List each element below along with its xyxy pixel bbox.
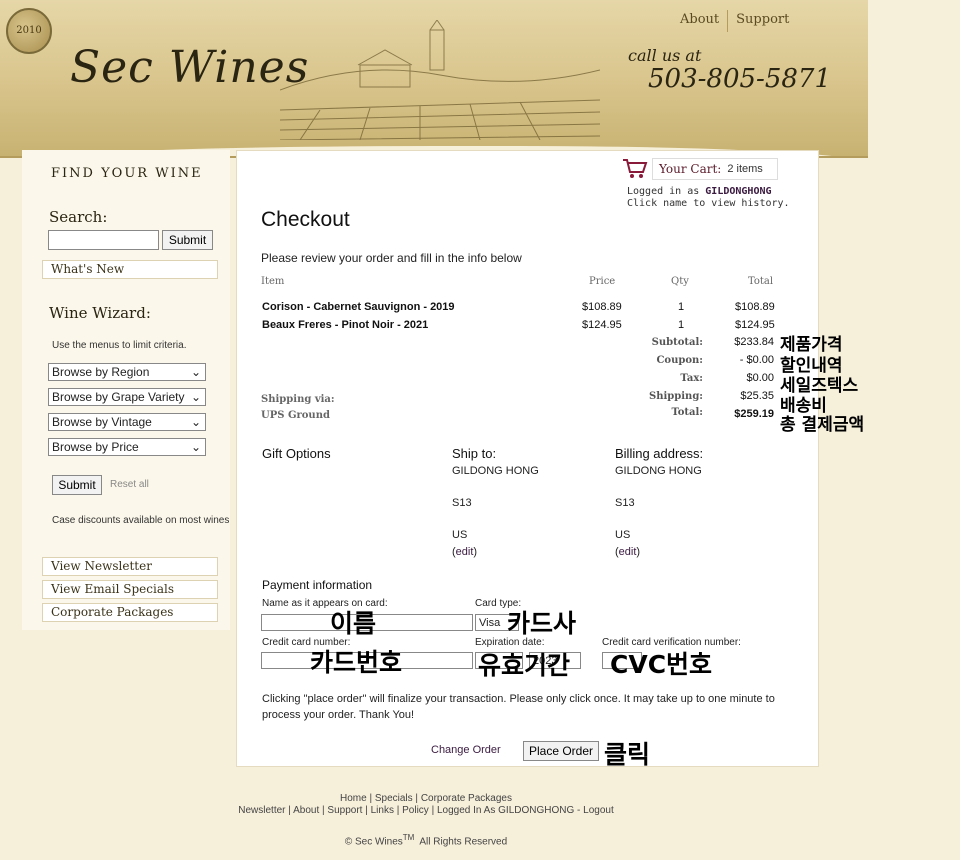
chevron-down-icon: ⌄ <box>190 390 201 404</box>
search-submit-button[interactable]: Submit <box>162 230 213 250</box>
phone-number: 503-805-5871 <box>648 64 831 94</box>
footer-logout-link[interactable]: Logged In As GILDONGHONG - Logout <box>437 805 614 816</box>
payment-heading: Payment information <box>262 578 373 592</box>
corporate-packages-link[interactable]: Corporate Packages <box>42 603 218 622</box>
browse-grape-select[interactable]: Browse by Grape Variety ⌄ <box>48 388 206 406</box>
footer-links-link[interactable]: Links <box>371 805 394 816</box>
site-logo[interactable]: Sec Wines <box>70 42 309 93</box>
view-newsletter-link[interactable]: View Newsletter <box>42 557 218 576</box>
page-title: Checkout <box>261 208 350 231</box>
login-status: Logged in as GILDONGHONG Click name to v… <box>627 186 790 209</box>
review-instructions: Please review your order and fill in the… <box>261 251 522 265</box>
reset-all-link[interactable]: Reset all <box>110 479 149 490</box>
annotation-name: 이름 <box>330 609 377 638</box>
footer-specials-link[interactable]: Specials <box>375 793 413 804</box>
shipping-label: Shipping: <box>648 391 703 402</box>
item-name: Corison - Cabernet Sauvignon - 2019 <box>262 301 455 313</box>
footer-nav-secondary: Newsletter | About | Support | Links | P… <box>238 805 614 816</box>
search-heading: Search: <box>49 208 108 226</box>
copyright: © Sec WinesTM All Rights Reserved <box>344 833 508 848</box>
coupon-value: - $0.00 <box>739 354 774 366</box>
cart-label: Your Cart: <box>659 162 722 176</box>
item-total: $124.95 <box>735 319 775 331</box>
cart-summary[interactable]: Your Cart: 2 items <box>652 158 778 180</box>
subtotal-label: Subtotal: <box>651 337 703 348</box>
wine-wizard-heading: Wine Wizard: <box>49 304 151 322</box>
footer-about-link[interactable]: About <box>293 805 319 816</box>
item-price: $108.89 <box>582 301 622 313</box>
wizard-note: Use the menus to limit criteria. <box>52 340 187 351</box>
shipping-value: $25.35 <box>740 390 774 402</box>
chevron-down-icon: ⌄ <box>190 440 201 454</box>
footer-home-link[interactable]: Home <box>340 793 367 804</box>
view-email-specials-link[interactable]: View Email Specials <box>42 580 218 599</box>
wizard-submit-button[interactable]: Submit <box>52 475 102 495</box>
annotation-total: 총 결제금액 <box>780 415 865 435</box>
column-header-item: Item <box>261 276 285 287</box>
annotation-card-type: 카드사 <box>507 609 577 638</box>
ship-to-name: GILDONG HONG <box>452 465 539 477</box>
tax-label: Tax: <box>680 373 703 384</box>
shopping-cart-icon[interactable] <box>622 158 648 180</box>
item-total: $108.89 <box>735 301 775 313</box>
gift-options-link[interactable]: Gift Options <box>262 446 331 461</box>
place-order-notice: Clicking "place order" will finalize you… <box>262 693 775 721</box>
place-order-button[interactable]: Place Order <box>523 741 599 761</box>
username-link[interactable]: GILDONGHONG <box>705 186 771 197</box>
footer-nav-primary: Home | Specials | Corporate Packages <box>340 793 512 804</box>
browse-vintage-select[interactable]: Browse by Vintage ⌄ <box>48 413 206 431</box>
footer-corporate-link[interactable]: Corporate Packages <box>421 793 512 804</box>
chevron-down-icon: ⌄ <box>190 365 201 379</box>
ship-to-country: US <box>452 529 468 541</box>
call-us-label: call us at <box>628 46 702 65</box>
chevron-down-icon: ⌄ <box>190 415 201 429</box>
column-header-total: Total <box>748 276 774 287</box>
billing-heading: Billing address: <box>615 446 704 461</box>
item-qty: 1 <box>678 301 685 313</box>
billing-country: US <box>615 529 631 541</box>
search-input[interactable] <box>48 230 159 250</box>
ship-to-edit-link[interactable]: edit <box>456 546 474 558</box>
footer-support-link[interactable]: Support <box>327 805 362 816</box>
footer-policy-link[interactable]: Policy <box>402 805 429 816</box>
ship-to-line2: S13 <box>452 497 472 509</box>
billing-name: GILDONG HONG <box>615 465 702 477</box>
coupon-label: Coupon: <box>656 355 703 366</box>
top-nav: About Support <box>672 10 797 32</box>
change-order-link[interactable]: Change Order <box>431 744 501 756</box>
browse-price-select[interactable]: Browse by Price ⌄ <box>48 438 206 456</box>
subtotal-value: $233.84 <box>734 336 774 348</box>
vintage-seal-icon: 2010 <box>6 8 52 54</box>
annotation-expiry: 유효기간 <box>478 651 571 680</box>
tax-value: $0.00 <box>746 372 774 384</box>
sidebar: FIND YOUR WINE Search: Submit What's New… <box>22 150 230 630</box>
site-header: 2010 Sec Wines call us at 503-805-5871 A… <box>0 0 868 158</box>
item-price: $124.95 <box>582 319 622 331</box>
column-header-qty: Qty <box>671 276 689 287</box>
support-link[interactable]: Support <box>727 10 797 32</box>
whats-new-link[interactable]: What's New <box>42 260 218 279</box>
shipping-via-label: Shipping via: <box>261 394 335 405</box>
annotation-cvc: CVC번호 <box>610 650 713 679</box>
annotation-cc-number: 카드번호 <box>310 648 403 677</box>
case-discount-note: Case discounts available on most wines <box>52 515 230 526</box>
vineyard-sketch-icon <box>280 20 600 140</box>
item-qty: 1 <box>678 319 685 331</box>
billing-edit-link[interactable]: edit <box>619 546 637 558</box>
find-wine-heading: FIND YOUR WINE <box>51 166 203 181</box>
ship-to-heading: Ship to: <box>452 446 497 461</box>
browse-region-select[interactable]: Browse by Region ⌄ <box>48 363 206 381</box>
column-header-price: Price <box>589 276 616 287</box>
cart-count: 2 items <box>727 163 763 175</box>
total-label: Total: <box>671 407 703 418</box>
footer-newsletter-link[interactable]: Newsletter <box>238 805 285 816</box>
annotation-click: 클릭 <box>604 740 651 769</box>
shipping-via-value: UPS Ground <box>261 410 330 421</box>
total-value: $259.19 <box>734 408 774 420</box>
item-name: Beaux Freres - Pinot Noir - 2021 <box>262 319 429 331</box>
about-link[interactable]: About <box>672 10 727 32</box>
billing-line2: S13 <box>615 497 635 509</box>
